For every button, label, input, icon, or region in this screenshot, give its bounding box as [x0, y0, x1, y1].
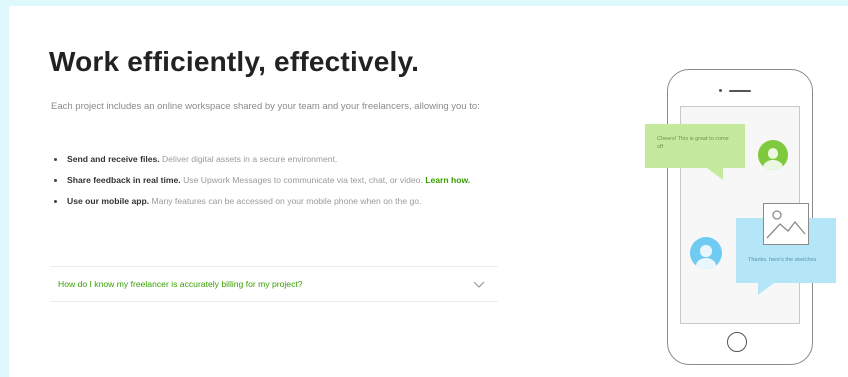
bubble-tail — [707, 168, 723, 180]
feature-text: Many features can be accessed on your mo… — [149, 196, 422, 206]
user-avatar-icon — [690, 237, 722, 269]
chat-bubble-text: Cheers! This is great to come off — [657, 136, 729, 150]
phone-speaker — [729, 90, 751, 92]
learn-how-link[interactable]: Learn how. — [425, 175, 470, 185]
feature-title: Share feedback in real time. — [67, 175, 181, 185]
feature-text: Deliver digital assets in a secure envir… — [159, 154, 338, 164]
page-title: Work efficiently, effectively. — [49, 46, 420, 77]
phone-camera — [719, 89, 722, 92]
feature-text: Use Upwork Messages to communicate via t… — [180, 175, 426, 185]
user-avatar-icon — [758, 140, 788, 170]
faq-accordion[interactable]: How do I know my freelancer is accuratel… — [50, 266, 498, 302]
image-icon — [763, 203, 809, 245]
list-item: Share feedback in real time. Use Upwork … — [53, 173, 508, 188]
feature-list: Send and receive files. Deliver digital … — [53, 152, 508, 215]
bubble-tail — [758, 283, 774, 295]
intro-paragraph: Each project includes an online workspac… — [51, 101, 480, 112]
chat-bubble-text: Thanks, here's the sketches — [748, 257, 817, 263]
phone-home-button — [727, 332, 747, 352]
chat-bubble-green: Cheers! This is great to come off — [645, 124, 745, 180]
chevron-down-icon[interactable] — [466, 277, 492, 291]
faq-question[interactable]: How do I know my freelancer is accuratel… — [50, 279, 303, 289]
list-item: Use our mobile app. Many features can be… — [53, 194, 508, 209]
feature-title: Use our mobile app. — [67, 196, 150, 206]
feature-title: Send and receive files. — [67, 154, 160, 164]
list-item: Send and receive files. Deliver digital … — [53, 152, 508, 167]
